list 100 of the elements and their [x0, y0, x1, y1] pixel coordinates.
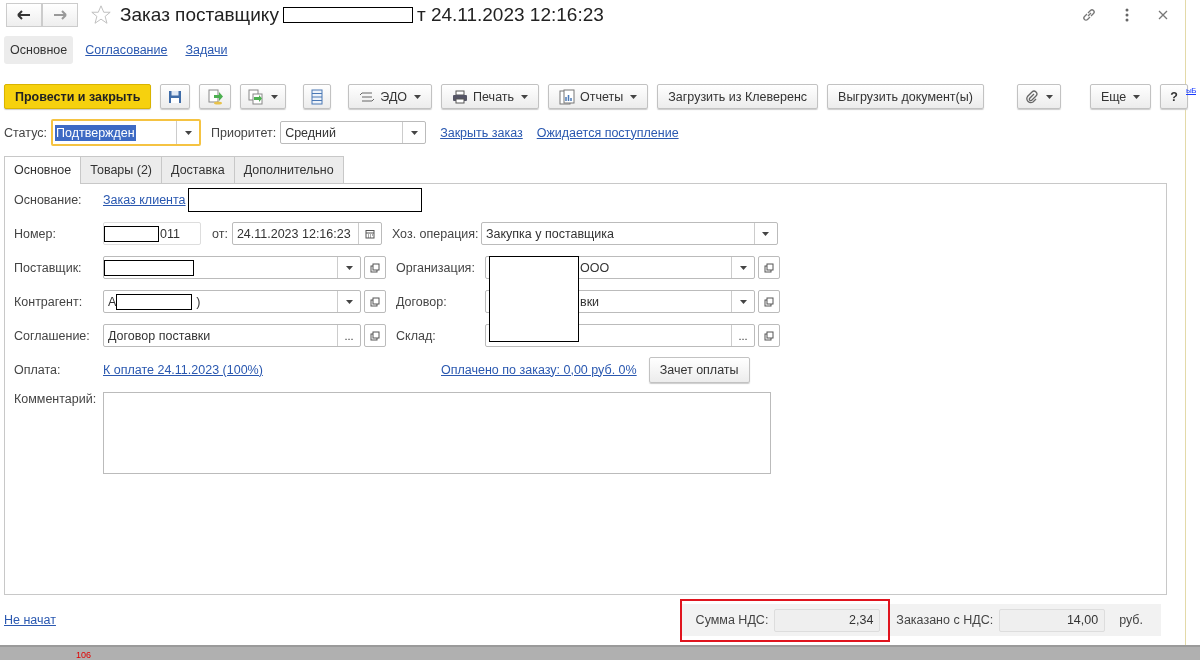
window-title: Заказ поставщику [120, 4, 279, 26]
more-button[interactable]: Еще [1089, 84, 1152, 109]
field-label: Склад: [396, 328, 437, 343]
caret-icon [271, 94, 279, 99]
unload-button[interactable]: Выгрузить документ(ы) [827, 84, 984, 109]
field-label: Соглашение: [14, 328, 91, 343]
comment-field[interactable] [103, 392, 771, 474]
field-value: Договор поставки [107, 328, 211, 343]
arrow-right-icon [53, 10, 67, 20]
caret-icon [1045, 94, 1053, 99]
open-button[interactable] [758, 290, 780, 313]
exchange-icon [359, 89, 376, 104]
field-value: А [107, 294, 117, 309]
field-label: Поставщик: [14, 260, 83, 275]
create-based-on-button[interactable] [240, 84, 287, 109]
input-field[interactable]: А ) [103, 290, 361, 313]
attach-button[interactable] [1016, 84, 1061, 109]
open-window-icon [370, 262, 380, 273]
vat-field: 2,34 [774, 608, 881, 632]
total-label: Заказано с НДС: [896, 613, 994, 627]
total-field: 14,00 [999, 608, 1106, 632]
status-label: Статус: [4, 125, 47, 140]
print-button[interactable]: Печать [441, 84, 540, 109]
field-value: вки [579, 294, 600, 309]
load-button[interactable]: Загрузить из Клеверенс [657, 84, 819, 109]
number-label: Номер: [14, 226, 57, 241]
field-value-end: ) [195, 294, 201, 309]
field-value: ООО [579, 260, 610, 275]
caret-icon [521, 94, 529, 99]
status-link[interactable]: Ожидается поступление [536, 125, 679, 140]
number-value: 011 [159, 226, 180, 241]
redaction-box [104, 225, 159, 242]
dropdown-icon [739, 265, 747, 270]
caret-icon [414, 94, 422, 99]
open-button[interactable] [364, 256, 386, 279]
status-field[interactable]: Подтвержден [51, 119, 201, 146]
report-chart-icon [559, 88, 576, 105]
date-field[interactable]: 24.11.2023 12:16:23 [231, 222, 382, 245]
field-label: Организация: [396, 260, 476, 275]
payment-label: Оплата: [14, 362, 62, 377]
operation-label: Хоз. операция: [391, 226, 480, 241]
open-button[interactable] [758, 324, 780, 347]
arrow-left-icon [17, 10, 31, 20]
section-tab[interactable]: Основное [4, 36, 74, 64]
open-window-icon [764, 296, 774, 307]
input-field[interactable] [103, 256, 361, 279]
caret-icon [1133, 94, 1141, 99]
open-window-icon [370, 330, 380, 341]
priority-field[interactable]: Средний [280, 121, 427, 144]
form-tab[interactable]: Основное [4, 156, 82, 184]
payment-link[interactable]: К оплате 24.11.2023 (100%) [103, 362, 441, 377]
state-link[interactable]: Не начат [4, 613, 56, 627]
basis-link[interactable]: Заказ клиента [103, 192, 186, 207]
edo-button[interactable]: ЭДО [348, 84, 433, 109]
paperclip-icon [1024, 89, 1039, 104]
calendar-icon [364, 228, 375, 239]
section-tab[interactable]: Задачи [179, 36, 234, 64]
dropdown-icon [410, 130, 418, 135]
section-tab[interactable]: Согласование [79, 36, 174, 64]
form-tab[interactable]: Дополнительно [233, 156, 344, 184]
document-arrow-icon [207, 88, 224, 105]
side-link[interactable]: ыБ [1186, 86, 1196, 95]
operation-field[interactable]: Закупка у поставщика [480, 222, 778, 245]
post-and-close-button[interactable]: Провести и закрыть [4, 84, 152, 109]
open-button[interactable] [364, 324, 386, 347]
back-button[interactable] [6, 3, 42, 27]
currency-label: руб. [1119, 613, 1143, 627]
list-button[interactable] [303, 84, 332, 109]
dropdown-icon [739, 299, 747, 304]
window-title-date: т 24.11.2023 12:16:23 [416, 4, 604, 26]
close-icon[interactable] [1157, 9, 1169, 21]
copy-documents-icon [248, 88, 265, 105]
form-tab[interactable]: Доставка [161, 156, 235, 184]
field-label: Договор: [396, 294, 448, 309]
dropdown-icon [762, 231, 770, 236]
dropdown-icon [345, 265, 353, 270]
priority-label: Приоритет: [211, 125, 277, 140]
reports-button[interactable]: Отчеты [548, 84, 649, 109]
form-tab[interactable]: Товары (2) [80, 156, 163, 184]
caret-icon [630, 94, 638, 99]
post-button[interactable] [199, 84, 232, 109]
open-button[interactable] [758, 256, 780, 279]
link-icon[interactable] [1081, 7, 1097, 23]
star-icon[interactable] [90, 4, 112, 26]
open-window-icon [764, 330, 774, 341]
status-link[interactable]: Закрыть заказ [440, 125, 523, 140]
choose-button[interactable]: ... [337, 325, 360, 346]
number-field[interactable]: 011 [103, 222, 201, 245]
comment-label: Комментарий: [14, 392, 98, 406]
save-button[interactable] [160, 84, 191, 109]
offset-payment-button[interactable]: Зачет оплаты [648, 356, 750, 383]
dropdown-icon [345, 299, 353, 304]
open-button[interactable] [364, 290, 386, 313]
field-label: Контрагент: [14, 294, 84, 309]
dropdown-icon [184, 130, 192, 135]
input-field[interactable]: Договор поставки ... [103, 324, 361, 347]
open-window-icon [764, 262, 774, 273]
paid-link[interactable]: Оплачено по заказу: 0,00 руб. 0% [441, 362, 637, 377]
choose-button[interactable]: ... [731, 325, 754, 346]
more-icon[interactable] [1125, 8, 1129, 22]
